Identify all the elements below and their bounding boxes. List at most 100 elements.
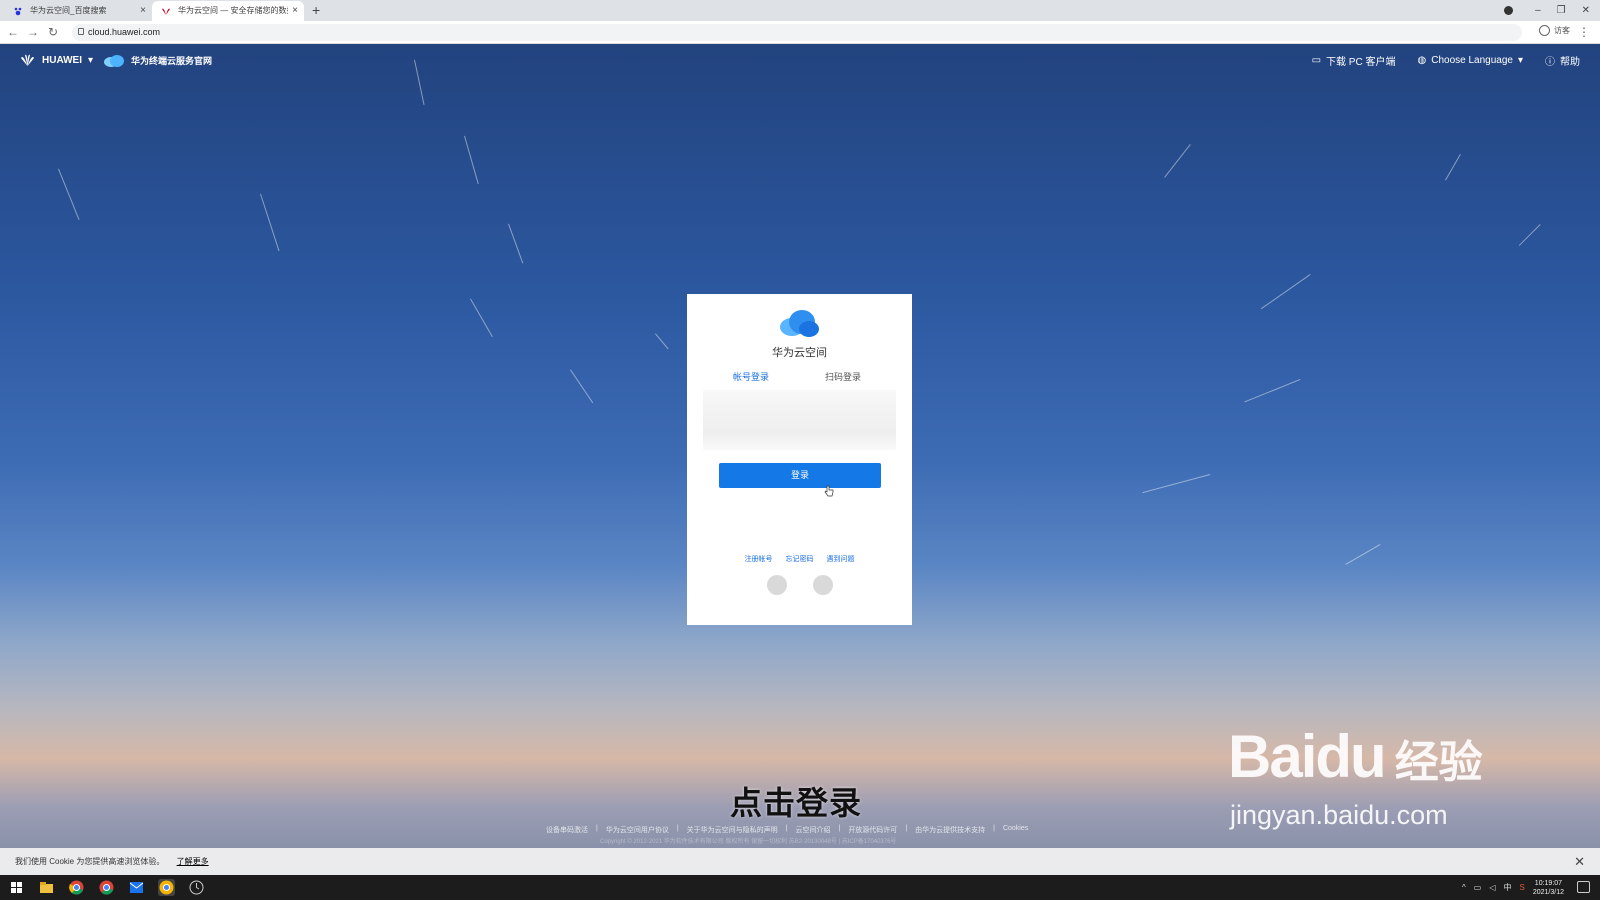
- footer-link[interactable]: 开放源代码许可: [848, 825, 897, 835]
- notification-icon[interactable]: [1577, 881, 1590, 893]
- minimize-button[interactable]: –: [1535, 5, 1541, 16]
- clock-time: 10:19:07: [1534, 879, 1563, 887]
- star-streak: [260, 193, 280, 252]
- lock-icon: [78, 28, 84, 35]
- reload-icon[interactable]: ↻: [46, 24, 60, 40]
- network-icon[interactable]: ▭: [1474, 883, 1482, 892]
- login-button[interactable]: 登录: [719, 463, 881, 488]
- footer-link[interactable]: 关于华为云空间与隐私的声明: [687, 825, 778, 835]
- guest-profile[interactable]: 访客: [1539, 25, 1570, 36]
- huawei-logo-icon: [21, 54, 34, 66]
- address-toolbar: ← → ↻ cloud.huawei.com 访客 ⋮: [0, 21, 1600, 44]
- browser-tab-strip: 华为云空间_百度搜索 × 华为云空间 — 安全存储您的数据 × + – ❐ ✕: [0, 0, 1600, 21]
- star-streak: [1345, 544, 1381, 565]
- login-card: 华为云空间 帐号登录 扫码登录 登录 注册帐号 忘记密码 遇到问题: [687, 294, 912, 625]
- forward-arrow-icon[interactable]: →: [26, 24, 40, 40]
- help-icon: ⓘ: [1545, 57, 1555, 68]
- restore-button[interactable]: ❐: [1557, 5, 1566, 16]
- third-party-login-icon[interactable]: [766, 575, 787, 595]
- language-selector[interactable]: ◍ Choose Language ▾: [1417, 55, 1523, 66]
- profile-icon[interactable]: [1504, 6, 1514, 15]
- brand-logo[interactable]: HUAWEI ▾ 华为终端云服务官网: [19, 53, 212, 67]
- footer-link[interactable]: 由华为云提供技术支持: [915, 825, 985, 835]
- star-streak: [1164, 144, 1191, 178]
- baidu-paw-icon: [14, 7, 22, 16]
- star-streak: [1518, 224, 1541, 246]
- copyright: Copyright © 2012-2021 华为软件技术有限公司 版权所有 保留…: [600, 839, 897, 845]
- chevron-down-icon: ▾: [1517, 55, 1523, 66]
- tab-account-login[interactable]: 帐号登录: [733, 370, 769, 383]
- watermark-du: du: [1315, 723, 1386, 790]
- system-clock[interactable]: 10:19:07 2021/3/12: [1533, 879, 1564, 897]
- cookie-learn-more-link[interactable]: 了解更多: [177, 857, 209, 866]
- footer-divider: |: [993, 825, 995, 832]
- footer-link[interactable]: 云空间介绍: [795, 825, 830, 835]
- chrome-icon[interactable]: [158, 879, 175, 896]
- forgot-password-link[interactable]: 忘记密码: [786, 554, 814, 564]
- download-client-link[interactable]: ▭ 下载 PC 客户端: [1312, 53, 1396, 68]
- browser-menu-icon[interactable]: ⋮: [1578, 24, 1590, 40]
- download-client-label: 下载 PC 客户端: [1326, 57, 1396, 68]
- star-streak: [1260, 274, 1311, 310]
- third-party-login-icon[interactable]: [812, 575, 833, 595]
- url-text: cloud.huawei.com: [88, 27, 161, 37]
- chrome-icon[interactable]: [98, 879, 115, 896]
- clock-app-icon[interactable]: [188, 879, 205, 896]
- cookie-text: 我们使用 Cookie 为您提供高速浏览体验。: [15, 857, 165, 866]
- footer-link[interactable]: Cookies: [1003, 825, 1028, 835]
- help-problem-link[interactable]: 遇到问题: [827, 554, 855, 564]
- footer-divider: |: [838, 825, 841, 832]
- footer-link[interactable]: 华为云空间用户协议: [606, 825, 669, 835]
- star-streak: [1142, 474, 1211, 494]
- star-streak: [58, 168, 80, 220]
- watermark-url: jingyan.baidu.com: [1230, 800, 1448, 830]
- cookie-close-icon[interactable]: ✕: [1574, 848, 1585, 875]
- header-actions: ▭ 下载 PC 客户端 ◍ Choose Language ▾ ⓘ 帮助: [1312, 53, 1580, 68]
- watermark-brand: Bai: [1228, 723, 1317, 790]
- chevron-down-icon[interactable]: ▾: [88, 55, 93, 66]
- browser-tab-baidu[interactable]: 华为云空间_百度搜索 ×: [4, 1, 152, 21]
- chevron-up-icon[interactable]: ^: [1462, 883, 1466, 892]
- volume-icon[interactable]: ◁: [1489, 883, 1495, 892]
- help-link[interactable]: ⓘ 帮助: [1545, 53, 1580, 68]
- antivirus-icon[interactable]: S: [1520, 883, 1525, 892]
- back-arrow-icon[interactable]: ←: [6, 24, 20, 40]
- third-party-login: [687, 575, 912, 595]
- card-title: 华为云空间: [772, 347, 827, 359]
- tab-close-icon[interactable]: ×: [140, 1, 146, 21]
- star-streak: [570, 369, 594, 404]
- tab-qr-login[interactable]: 扫码登录: [825, 370, 861, 383]
- star-streak: [1244, 379, 1301, 403]
- monitor-icon: ▭: [1311, 55, 1322, 66]
- watermark-jingyan: 经验: [1394, 738, 1483, 787]
- tab-label: 华为云空间 — 安全存储您的数据: [178, 6, 288, 15]
- site-name: 华为终端云服务官网: [131, 55, 213, 66]
- url-bar[interactable]: cloud.huawei.com: [72, 24, 1522, 41]
- ime-indicator[interactable]: 中: [1504, 882, 1512, 893]
- footer-divider: |: [785, 825, 788, 832]
- new-tab-button[interactable]: +: [312, 2, 320, 18]
- language-label: Choose Language: [1431, 55, 1513, 66]
- file-explorer-icon[interactable]: [38, 879, 55, 896]
- chrome-icon[interactable]: [68, 879, 85, 896]
- star-streak: [470, 298, 493, 338]
- browser-tab-huawei-cloud[interactable]: 华为云空间 — 安全存储您的数据 ×: [152, 1, 304, 21]
- star-streak: [508, 223, 524, 264]
- windows-start-icon[interactable]: [8, 879, 25, 896]
- tab-close-icon[interactable]: ×: [292, 1, 298, 21]
- brand-name: HUAWEI: [42, 54, 82, 66]
- baidu-jingyan-watermark: Baidu 经验 jingyan.baidu.com: [1228, 722, 1483, 830]
- close-window-button[interactable]: ✕: [1582, 5, 1590, 16]
- register-link[interactable]: 注册帐号: [745, 554, 773, 564]
- footer-divider: |: [596, 825, 598, 832]
- user-avatar-icon: [1539, 25, 1550, 36]
- footer-divider: |: [905, 825, 908, 832]
- footer-links: 设备串码激活 | 华为云空间用户协议 | 关于华为云空间与隐私的声明 | 云空间介绍 |…: [546, 825, 1028, 835]
- footer-link[interactable]: 设备串码激活: [546, 825, 588, 835]
- guest-label: 访客: [1554, 26, 1570, 35]
- clock-date: 2021/3/12: [1532, 888, 1564, 896]
- credentials-area[interactable]: [703, 390, 896, 450]
- mail-app-icon[interactable]: [128, 879, 145, 896]
- star-streak: [655, 333, 669, 350]
- site-header: HUAWEI ▾ 华为终端云服务官网 ▭ 下载 PC 客户端 ◍ Choose …: [0, 44, 1600, 78]
